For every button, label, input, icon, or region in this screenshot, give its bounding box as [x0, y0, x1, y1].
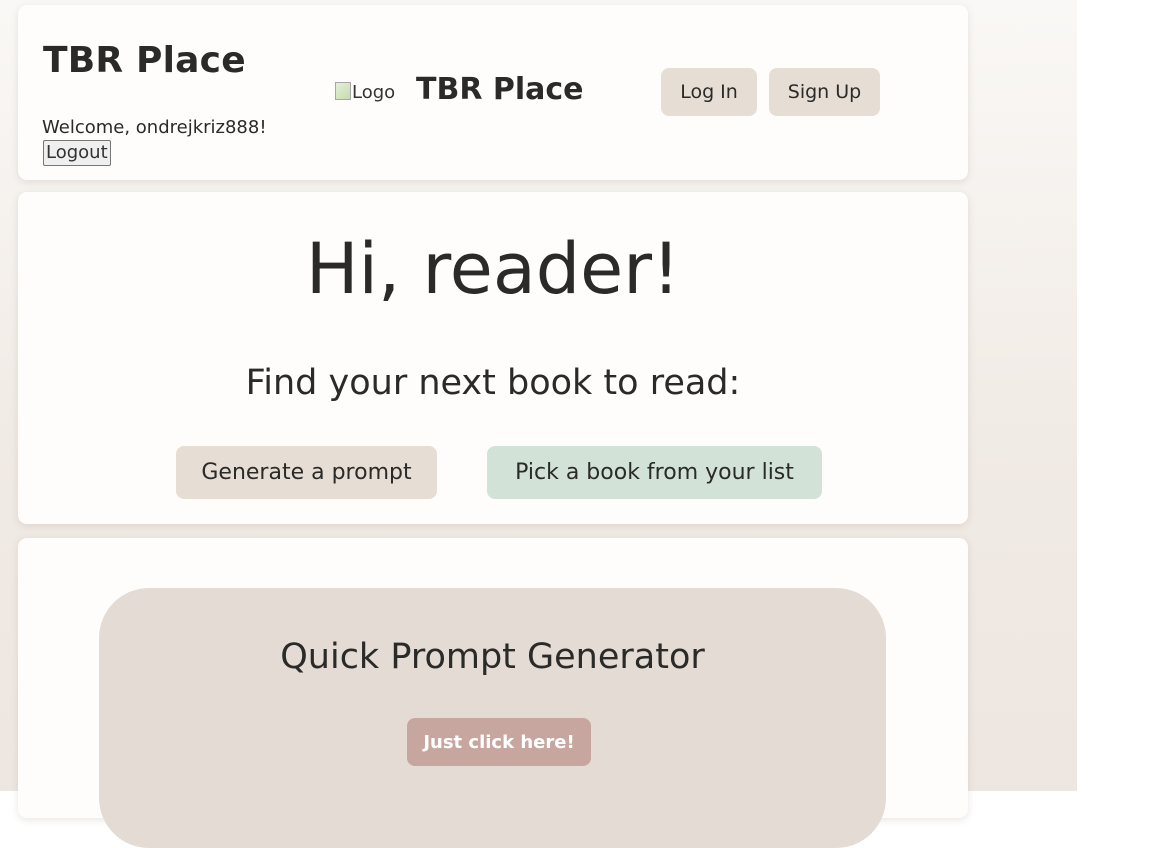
- quick-prompt-panel: Quick Prompt Generator Just click here!: [99, 588, 886, 848]
- logo-image[interactable]: Logo: [335, 82, 395, 103]
- logo-alt-text: Logo: [352, 82, 396, 103]
- hero-heading: Hi, reader!: [305, 228, 681, 310]
- signup-button[interactable]: Sign Up: [769, 68, 880, 116]
- site-title: TBR Place: [43, 40, 246, 81]
- welcome-message: Welcome, ondrejkriz888!: [42, 117, 267, 138]
- generate-prompt-button[interactable]: Generate a prompt: [176, 446, 437, 499]
- nav-brand-title[interactable]: TBR Place: [416, 75, 584, 105]
- logout-button[interactable]: Logout: [43, 140, 111, 166]
- login-button[interactable]: Log In: [661, 68, 757, 116]
- header-card: TBR Place Welcome, ondrejkriz888! Logout…: [18, 5, 968, 180]
- quick-prompt-card: Quick Prompt Generator Just click here!: [18, 538, 968, 848]
- broken-image-icon: [335, 82, 351, 100]
- just-click-here-button[interactable]: Just click here!: [407, 718, 591, 766]
- pick-book-button[interactable]: Pick a book from your list: [487, 446, 822, 499]
- quick-prompt-title: Quick Prompt Generator: [280, 637, 705, 677]
- hero-card: Hi, reader! Find your next book to read:…: [18, 192, 968, 524]
- hero-subheading: Find your next book to read:: [245, 363, 741, 403]
